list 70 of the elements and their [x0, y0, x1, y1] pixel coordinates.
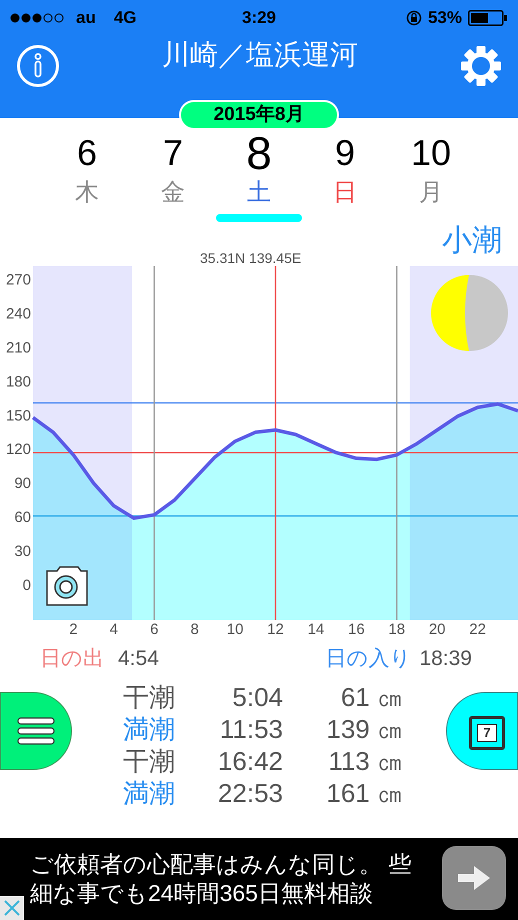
tide-time: 22:53 — [216, 778, 283, 810]
x-tick-label: 6 — [150, 621, 158, 638]
x-tick-label: 18 — [388, 621, 406, 638]
weekday-label: 月 — [419, 178, 443, 208]
battery-percent: 53% — [428, 7, 462, 30]
location-title: 川崎／塩浜運河 — [161, 38, 359, 72]
x-tick-label: 4 — [110, 621, 118, 638]
x-tick-label: 2 — [69, 621, 78, 638]
tide-label: 干潮 — [123, 682, 176, 714]
arrow-button[interactable] — [442, 846, 506, 910]
x-tick-label: 8 — [190, 621, 199, 638]
weekday-label: 木 — [75, 178, 99, 208]
status-time: 3:29 — [240, 7, 278, 30]
calendar-button[interactable]: 7 — [446, 692, 518, 770]
y-tick-label: 90 — [14, 475, 31, 492]
tide-time: 16:42 — [216, 746, 283, 778]
y-tick-label: 120 — [6, 441, 31, 458]
day-number[interactable]: 8 — [246, 128, 272, 178]
x-tick-label: 10 — [226, 621, 244, 638]
x-tick-label: 22 — [469, 621, 486, 638]
tide-time: 5:04 — [231, 682, 283, 714]
day-number[interactable]: 7 — [162, 128, 184, 178]
y-tick-label: 210 — [6, 339, 31, 356]
tide-time: 11:53 — [218, 714, 283, 746]
ad-banner[interactable]: ご依頼者の心配事はみんな同じ。 些 細な事でも24時間365日無料相談 — [0, 838, 518, 920]
weekday-label: 土 — [247, 178, 271, 208]
carrier-name: au — [76, 7, 96, 30]
sunrise-label: 日の出 — [40, 646, 104, 672]
network-type: 4G — [114, 7, 137, 30]
day-number[interactable]: 9 — [334, 128, 356, 178]
sunset-label: 日の入り — [325, 646, 412, 672]
y-tick-label: 180 — [6, 373, 31, 390]
sunset-time: 18:39 — [419, 646, 472, 672]
battery-icon — [468, 10, 508, 26]
rotation-lock-icon — [406, 10, 422, 26]
y-tick-label: 0 — [22, 576, 31, 594]
menu-icon — [17, 717, 55, 745]
signal-icon — [10, 13, 66, 23]
y-tick-label: 270 — [6, 272, 31, 289]
x-tick-label: 14 — [308, 621, 324, 638]
moon-phase-icon — [431, 275, 508, 351]
sunrise-time: 4:54 — [118, 646, 159, 672]
y-tick-label: 150 — [6, 407, 31, 424]
tide-height: 139 ㎝ — [325, 714, 403, 746]
coordinates-label: 35.31N 139.45E — [200, 249, 302, 268]
y-tick-label: 240 — [6, 306, 31, 322]
month-badge: 2015年8月 — [179, 100, 339, 130]
tide-label: 満潮 — [123, 778, 176, 810]
tide-height: 113 ㎝ — [327, 746, 403, 778]
tide-height: 161 ㎝ — [325, 778, 403, 810]
day-number[interactable]: 10 — [410, 128, 452, 178]
ad-text[interactable]: ご依頼者の心配事はみんな同じ。 些 細な事でも24時間365日無料相談 — [30, 850, 412, 908]
tide-type-label: 小潮 — [442, 224, 502, 258]
menu-button[interactable] — [0, 692, 72, 770]
y-tick-label: 30 — [14, 543, 31, 560]
y-tick-label: 60 — [14, 509, 31, 526]
day-number[interactable]: 6 — [76, 128, 98, 178]
weekday-label: 日 — [333, 178, 357, 208]
tide-height: 61 ㎝ — [340, 682, 403, 714]
camera-icon[interactable] — [46, 566, 88, 606]
settings-icon[interactable] — [460, 45, 502, 87]
x-tick-label: 16 — [348, 621, 365, 638]
x-tick-label: 20 — [428, 621, 446, 638]
tide-label: 干潮 — [123, 746, 176, 778]
x-tick-label: 12 — [267, 621, 284, 638]
calendar-icon: 7 — [469, 716, 505, 750]
info-icon[interactable] — [16, 44, 60, 88]
weekday-label: 金 — [161, 178, 185, 208]
arrow-icon — [458, 866, 490, 890]
tide-label: 満潮 — [123, 714, 176, 746]
